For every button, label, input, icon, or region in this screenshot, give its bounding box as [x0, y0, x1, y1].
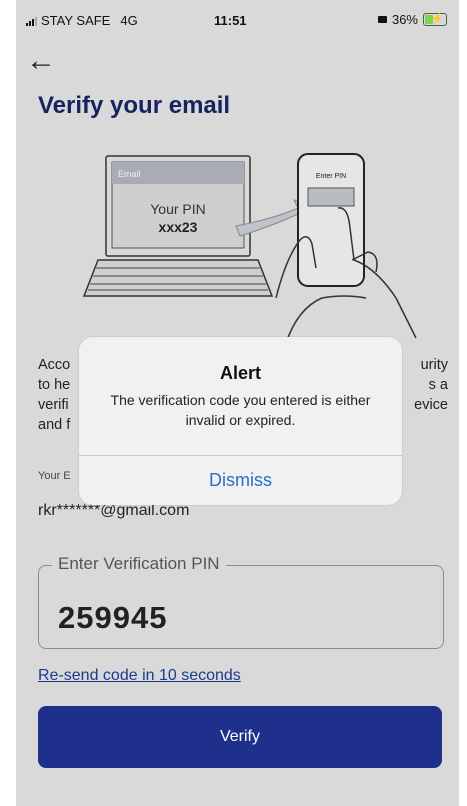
resend-code-link[interactable]: Re-send code in 10 seconds	[38, 667, 241, 685]
pin-field-value[interactable]: 259945	[58, 600, 167, 636]
pin-illustration: Email Your PIN xxx23 Enter PIN	[82, 153, 417, 344]
carrier-name: STAY SAFE	[41, 13, 111, 28]
laptop-screen-label: Email	[118, 169, 141, 179]
verify-button[interactable]: Verify	[38, 706, 442, 768]
arrow-left-icon[interactable]: ←	[26, 46, 56, 76]
alert-title: Alert	[219, 363, 261, 383]
dismiss-button[interactable]: Dismiss	[79, 456, 402, 505]
lock-icon	[377, 16, 387, 23]
email-label: Your E	[38, 470, 71, 482]
status-bar: STAY SAFE 4G 11:51 36% ⚡	[16, 0, 459, 40]
battery-icon: ⚡	[423, 13, 447, 26]
battery-status: 36% ⚡	[377, 12, 447, 27]
pin-caption: Your PIN	[150, 201, 206, 217]
pin-code: xxx23	[159, 219, 198, 235]
phone-pin-label: Enter PIN	[316, 173, 346, 180]
page-title: Verify your email	[38, 92, 231, 119]
alert-dialog: Alert The verification code you entered …	[79, 337, 402, 505]
pin-field-label: Enter Verification PIN	[52, 554, 226, 574]
alert-message: The verification code you entered is eit…	[110, 392, 371, 428]
clock: 11:51	[214, 13, 247, 28]
carrier-info: STAY SAFE 4G	[26, 13, 138, 28]
network-type: 4G	[120, 13, 138, 28]
app-screen: STAY SAFE 4G 11:51 36% ⚡ ← Verify your e…	[16, 0, 459, 806]
battery-percent: 36%	[391, 12, 418, 27]
signal-icon	[26, 16, 37, 26]
